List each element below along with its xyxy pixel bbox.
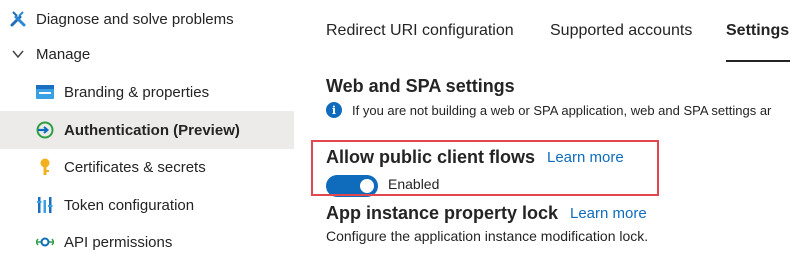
sidebar-item-api-permissions[interactable]: API permissions <box>0 223 294 261</box>
main-content: Redirect URI configuration Supported acc… <box>294 0 800 268</box>
web-spa-settings-heading: Web and SPA settings <box>326 76 515 96</box>
sidebar-nav: Diagnose and solve problems Manage Brand… <box>0 0 294 268</box>
sidebar-item-label: Diagnose and solve problems <box>36 10 234 28</box>
token-icon <box>36 196 54 214</box>
tab-redirect-uri[interactable]: Redirect URI configuration <box>326 22 514 40</box>
sidebar-item-label: Certificates & secrets <box>64 158 206 176</box>
sidebar-item-branding[interactable]: Branding & properties <box>0 73 294 111</box>
sidebar-group-manage[interactable]: Manage <box>0 35 294 73</box>
wrench-icon <box>9 10 27 28</box>
key-icon <box>36 158 54 176</box>
sidebar-item-label: Manage <box>36 45 91 63</box>
app-instance-lock-description: Configure the application instance modif… <box>326 228 649 244</box>
sidebar-item-label: Branding & properties <box>64 83 210 101</box>
chevron-down-icon <box>9 45 27 63</box>
branding-icon <box>36 83 54 101</box>
web-spa-info-message: i If you are not building a web or SPA a… <box>326 102 771 118</box>
sidebar-item-diagnose[interactable]: Diagnose and solve problems <box>0 0 294 38</box>
info-icon: i <box>326 102 342 118</box>
authentication-icon <box>36 121 54 139</box>
sidebar-item-certificates[interactable]: Certificates & secrets <box>0 148 294 186</box>
app-instance-lock-heading: App instance property lock <box>326 203 559 223</box>
sidebar-item-label: Token configuration <box>64 196 195 214</box>
web-spa-info-text: If you are not building a web or SPA app… <box>352 102 772 118</box>
sidebar-item-label: Authentication (Preview) <box>64 121 240 139</box>
api-permissions-icon <box>36 233 54 251</box>
app-instance-learn-more-link[interactable]: Learn more <box>570 205 647 222</box>
sidebar-item-label: API permissions <box>64 233 173 251</box>
sidebar-item-authentication[interactable]: Authentication (Preview) <box>0 111 294 149</box>
tab-selected-indicator <box>726 60 790 62</box>
highlight-box <box>311 140 659 196</box>
tab-supported-accounts[interactable]: Supported accounts <box>550 22 692 40</box>
tab-settings[interactable]: Settings <box>726 22 789 40</box>
sidebar-item-token-configuration[interactable]: Token configuration <box>0 186 294 224</box>
